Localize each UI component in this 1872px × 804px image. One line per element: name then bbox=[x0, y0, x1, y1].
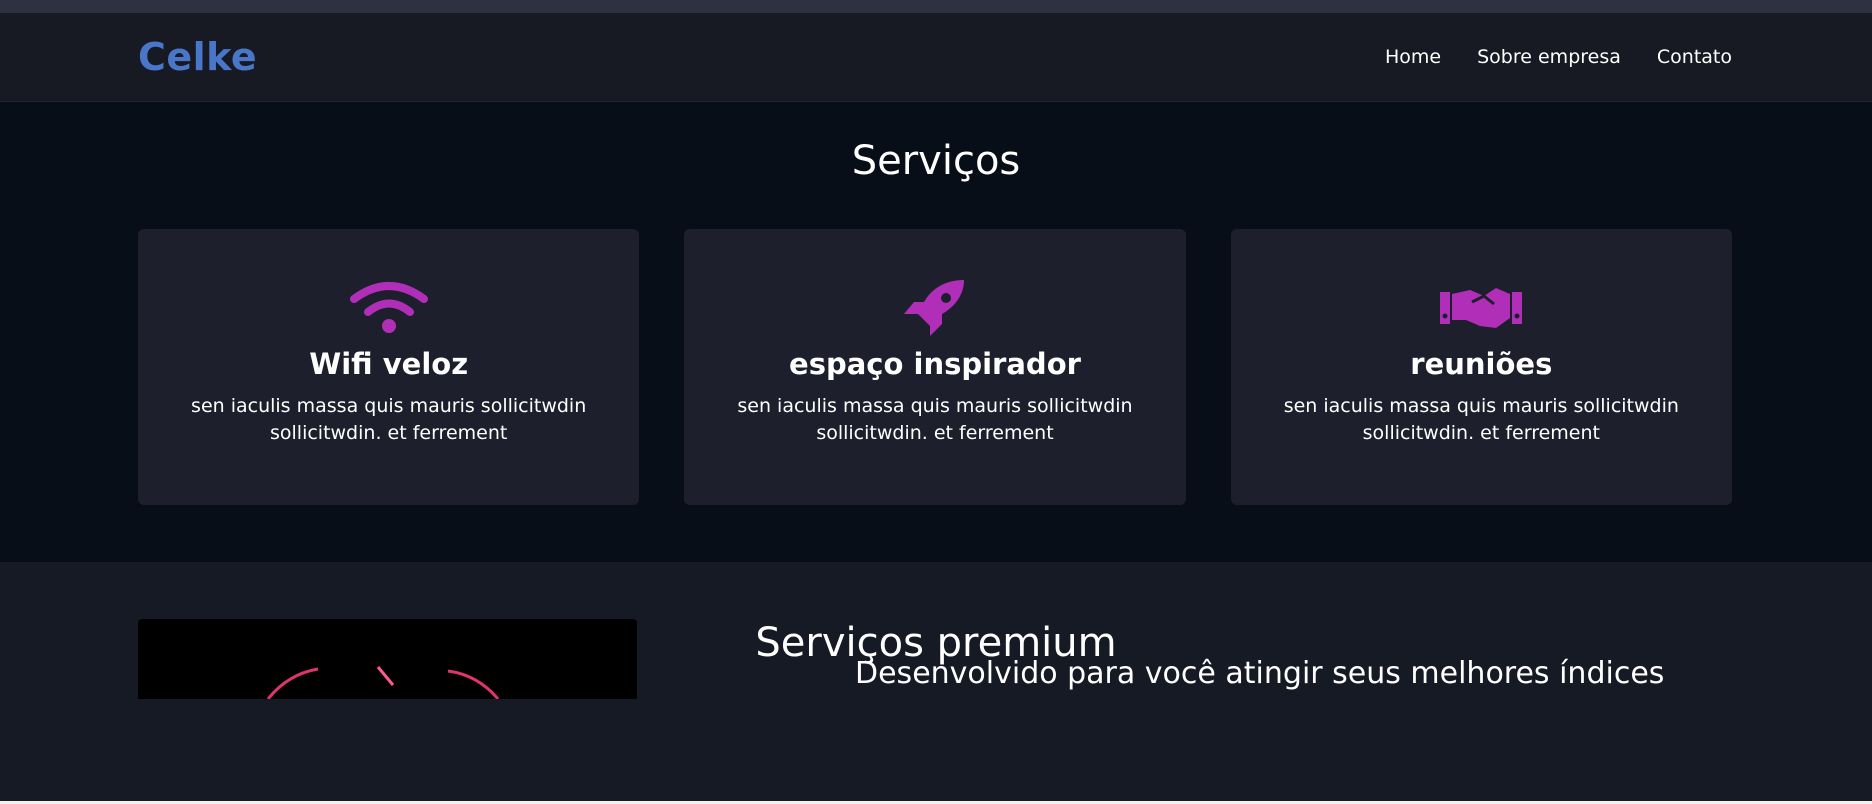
premium-image bbox=[138, 619, 637, 699]
handshake-icon bbox=[1440, 279, 1523, 335]
wifi-icon bbox=[348, 279, 430, 335]
logo[interactable]: Celke bbox=[138, 35, 257, 79]
service-card-reunioes: reuniões sen iaculis massa quis mauris s… bbox=[1230, 229, 1732, 505]
nav-link-sobre-empresa[interactable]: Sobre empresa bbox=[1477, 46, 1621, 68]
services-cards: Wifi veloz sen iaculis massa quis mauris… bbox=[0, 229, 1872, 505]
card-description: sen iaculis massa quis mauris sollicitwd… bbox=[737, 395, 1133, 444]
card-title: espaço inspirador bbox=[789, 347, 1081, 381]
nav-menu: Home Sobre empresa Contato bbox=[1385, 46, 1732, 68]
card-title: Wifi veloz bbox=[309, 347, 469, 381]
browser-top-strip bbox=[0, 0, 1872, 13]
nav-link-contato[interactable]: Contato bbox=[1657, 46, 1732, 68]
services-title: Serviços bbox=[851, 138, 1021, 184]
navbar: Celke Home Sobre empresa Contato bbox=[0, 13, 1872, 102]
card-description: sen iaculis massa quis mauris sollicitwd… bbox=[1283, 395, 1679, 444]
premium-section: Serviços premium Desenvolvido para você … bbox=[0, 562, 1872, 802]
services-section: Serviços Wifi veloz sen iaculis massa qu… bbox=[0, 102, 1872, 562]
service-card-espaco: espaço inspirador sen iaculis massa quis… bbox=[684, 229, 1186, 505]
service-card-wifi: Wifi veloz sen iaculis massa quis mauris… bbox=[138, 229, 640, 505]
card-title: reuniões bbox=[1410, 347, 1553, 381]
rocket-icon bbox=[902, 279, 968, 336]
premium-heading: Desenvolvido para você atingir seus melh… bbox=[855, 656, 1665, 691]
card-description: sen iaculis massa quis mauris sollicitwd… bbox=[191, 395, 587, 444]
nav-link-home[interactable]: Home bbox=[1385, 46, 1441, 68]
